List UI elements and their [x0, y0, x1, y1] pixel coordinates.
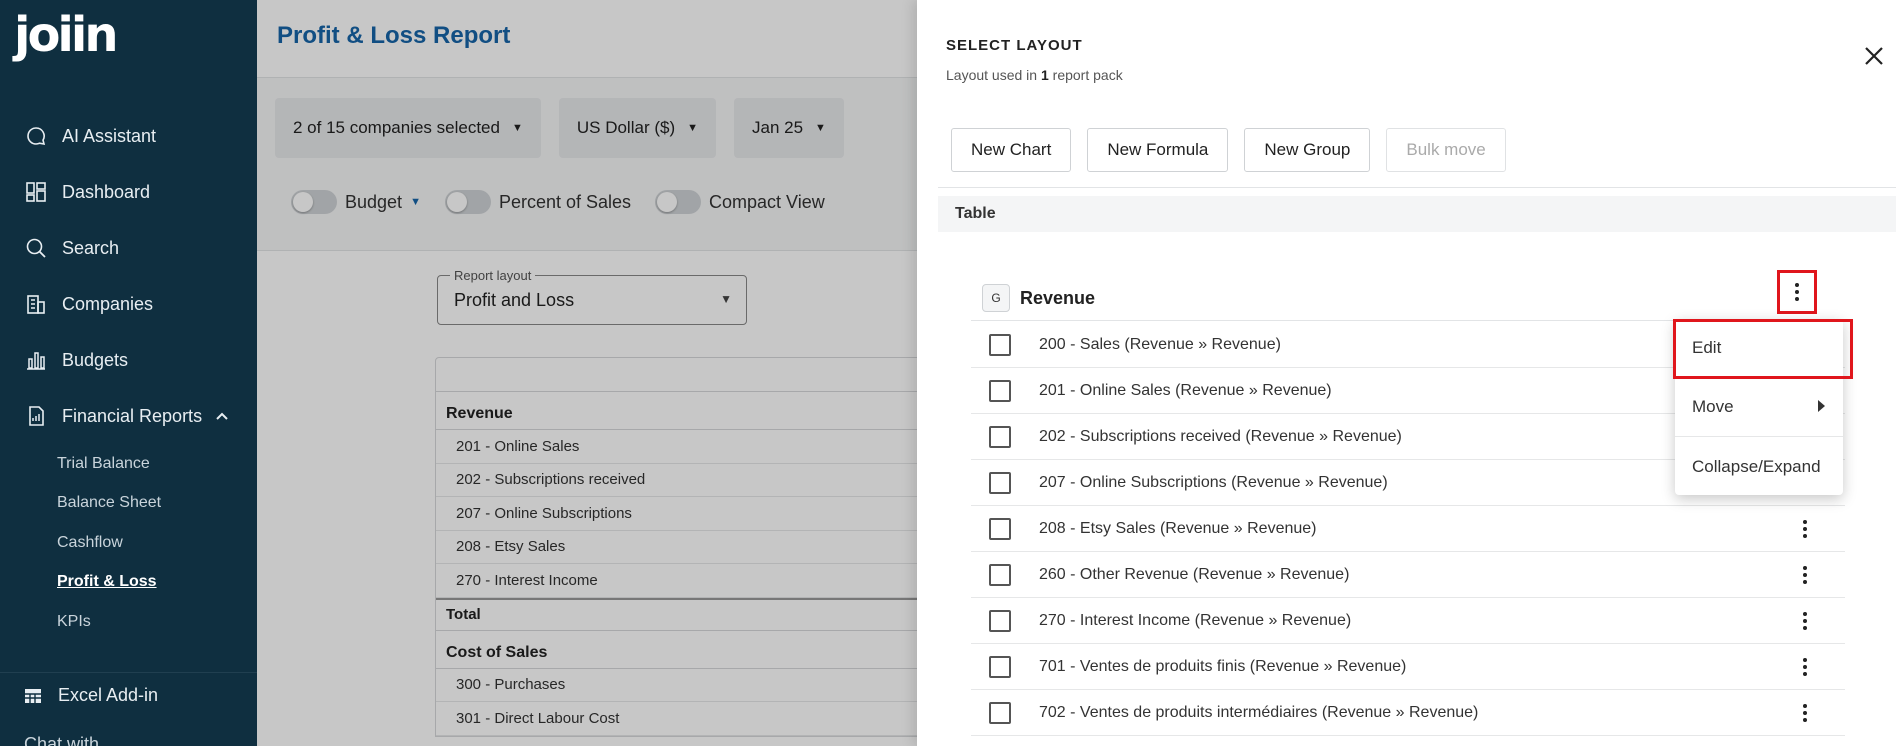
account-label: 207 - Online Subscriptions (Revenue » Re…	[1039, 473, 1388, 491]
row-checkbox[interactable]	[989, 425, 1011, 448]
subtitle-text: report pack	[1048, 67, 1123, 83]
report-icon	[24, 404, 48, 428]
bar-chart-icon	[24, 348, 48, 372]
chat-bubble-icon	[24, 124, 48, 148]
sidebar-item-kpis[interactable]: KPIs	[57, 602, 257, 642]
building-icon	[24, 292, 48, 316]
list-item: 208 - Etsy Sales (Revenue » Revenue)	[971, 506, 1845, 552]
sidebar: joiin AI Assistant Dashboard Search Comp…	[0, 0, 257, 746]
sidebar-item-label: Search	[62, 237, 120, 258]
modal-backdrop[interactable]	[257, 0, 917, 746]
drawer-subtitle: Layout used in 1 report pack	[946, 67, 1123, 83]
menu-item-edit[interactable]: Edit	[1675, 319, 1843, 378]
sidebar-item-financial-reports[interactable]: Financial Reports	[0, 388, 257, 444]
account-label: 270 - Interest Income (Revenue » Revenue…	[1039, 611, 1352, 629]
menu-item-move[interactable]: Move	[1675, 378, 1843, 437]
more-vertical-icon	[1803, 612, 1807, 630]
sidebar-item-search[interactable]: Search	[0, 220, 257, 276]
row-checkbox[interactable]	[989, 609, 1011, 632]
layout-table-header: Table	[938, 196, 1896, 232]
row-more-button[interactable]	[1793, 598, 1817, 644]
account-label: 208 - Etsy Sales (Revenue » Revenue)	[1039, 519, 1317, 537]
group-row-revenue[interactable]: G Revenue	[982, 276, 1782, 320]
row-checkbox[interactable]	[989, 333, 1011, 356]
row-checkbox[interactable]	[989, 471, 1011, 494]
close-icon	[1865, 47, 1883, 65]
sidebar-item-cashflow[interactable]: Cashflow	[57, 523, 257, 563]
row-more-button[interactable]	[1793, 644, 1817, 690]
new-chart-button[interactable]: New Chart	[951, 128, 1072, 172]
sidebar-item-label: Companies	[62, 293, 154, 314]
sidebar-item-companies[interactable]: Companies	[0, 276, 257, 332]
row-more-button[interactable]	[1793, 506, 1817, 552]
more-vertical-icon	[1795, 283, 1799, 301]
sidebar-item-chat[interactable]: Chat with	[24, 734, 99, 746]
account-label: 201 - Online Sales (Revenue » Revenue)	[1039, 381, 1332, 399]
bulk-move-button[interactable]: Bulk move	[1386, 128, 1506, 172]
drawer-title: SELECT LAYOUT	[946, 37, 1083, 54]
list-item: 701 - Ventes de produits finis (Revenue …	[971, 644, 1845, 690]
sidebar-item-balance-sheet[interactable]: Balance Sheet	[57, 484, 257, 524]
new-group-button[interactable]: New Group	[1244, 128, 1371, 172]
group-more-button[interactable]	[1777, 270, 1817, 314]
list-item: 260 - Other Revenue (Revenue » Revenue)	[971, 552, 1845, 598]
sidebar-item-dashboard[interactable]: Dashboard	[0, 164, 257, 220]
sidebar-item-ai-assistant[interactable]: AI Assistant	[0, 108, 257, 164]
row-checkbox[interactable]	[989, 655, 1011, 678]
account-label: 260 - Other Revenue (Revenue » Revenue)	[1039, 565, 1350, 583]
sidebar-item-trial-balance[interactable]: Trial Balance	[57, 444, 257, 484]
sidebar-item-budgets[interactable]: Budgets	[0, 332, 257, 388]
row-checkbox[interactable]	[989, 379, 1011, 402]
more-vertical-icon	[1803, 704, 1807, 722]
sidebar-item-label: Excel Add-in	[58, 685, 159, 705]
financial-reports-submenu: Trial Balance Balance Sheet Cashflow Pro…	[0, 444, 257, 642]
sidebar-item-label: Budgets	[62, 349, 129, 370]
subtitle-text: Layout used in	[946, 67, 1041, 83]
report-pack-count: 1	[1040, 67, 1049, 83]
more-vertical-icon	[1803, 658, 1807, 676]
group-context-menu: Edit Move Collapse/Expand	[1675, 319, 1843, 495]
sidebar-item-label: Financial Reports	[62, 405, 203, 426]
sidebar-nav: AI Assistant Dashboard Search Companies …	[0, 108, 257, 642]
row-checkbox[interactable]	[989, 701, 1011, 724]
row-checkbox[interactable]	[989, 517, 1011, 540]
account-label: 200 - Sales (Revenue » Revenue)	[1039, 335, 1281, 353]
row-more-button[interactable]	[1793, 690, 1817, 736]
sidebar-scroll-fade	[0, 640, 257, 658]
account-label: 702 - Ventes de produits intermédiaires …	[1039, 703, 1479, 721]
divider	[938, 187, 1896, 188]
dashboard-grid-icon	[24, 180, 48, 204]
app-logo[interactable]: joiin	[14, 10, 119, 60]
list-item: 702 - Ventes de produits intermédiaires …	[971, 690, 1845, 736]
chevron-up-icon[interactable]	[216, 409, 228, 423]
menu-item-collapse-expand[interactable]: Collapse/Expand	[1675, 437, 1843, 496]
new-formula-button[interactable]: New Formula	[1087, 128, 1229, 172]
list-item: 270 - Interest Income (Revenue » Revenue…	[971, 598, 1845, 644]
more-vertical-icon	[1803, 566, 1807, 584]
caret-right-icon	[1818, 400, 1825, 412]
account-label: 202 - Subscriptions received (Revenue » …	[1039, 427, 1402, 445]
more-vertical-icon	[1803, 520, 1807, 538]
group-name: Revenue	[1020, 287, 1096, 308]
drawer-actions: New Chart New Formula New Group Bulk mov…	[951, 128, 1506, 172]
group-badge: G	[982, 284, 1010, 312]
menu-item-label: Move	[1692, 397, 1734, 416]
table-icon	[24, 687, 44, 705]
sidebar-item-label: Dashboard	[62, 181, 151, 202]
sidebar-item-excel-addin[interactable]: Excel Add-in	[0, 672, 257, 718]
row-more-button[interactable]	[1793, 552, 1817, 598]
search-icon	[24, 236, 48, 260]
sidebar-item-profit-loss[interactable]: Profit & Loss	[57, 563, 257, 603]
close-button[interactable]	[1860, 42, 1888, 70]
sidebar-item-label: AI Assistant	[62, 125, 157, 146]
row-checkbox[interactable]	[989, 563, 1011, 586]
account-label: 701 - Ventes de produits finis (Revenue …	[1039, 657, 1407, 675]
